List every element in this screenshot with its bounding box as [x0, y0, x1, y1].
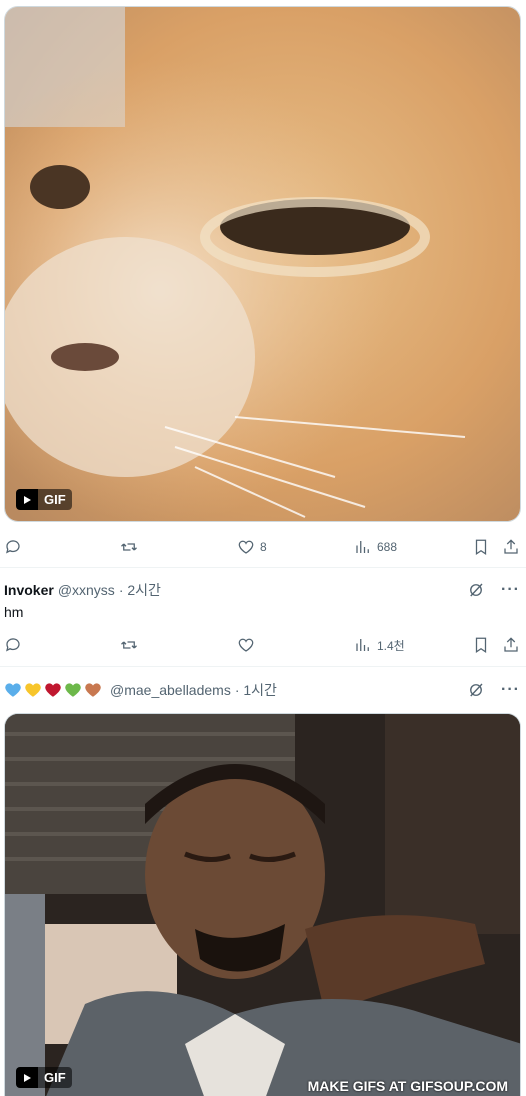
- views-button[interactable]: 1.4천: [354, 636, 405, 654]
- reply-icon: [6, 540, 20, 554]
- gifsoup-watermark: MAKE GIFS AT GIFSOUP.COM: [307, 1078, 508, 1094]
- tweet-text: hm: [4, 604, 24, 620]
- views-count: 1.4천: [377, 638, 405, 653]
- bookmark-button[interactable]: [472, 538, 490, 556]
- author-handle[interactable]: @xxnyss: [58, 582, 115, 598]
- bookmark-icon: [475, 539, 487, 555]
- tweet2-action-bar: 1.4천: [0, 632, 526, 660]
- heart-icon: [238, 638, 254, 652]
- retweet-icon: [121, 641, 137, 649]
- author-handle[interactable]: @mae_abelladems: [110, 682, 231, 698]
- heart-emoji-icon: [65, 683, 81, 697]
- views-button[interactable]: 688: [354, 538, 397, 556]
- tweet2-header: Invoker @xxnyss · 2시간: [4, 580, 161, 600]
- cat-gif-media[interactable]: GIF: [4, 6, 521, 522]
- gif-label: GIF: [38, 489, 72, 510]
- views-icon: [356, 541, 369, 553]
- retweet-button[interactable]: [120, 636, 138, 654]
- like-count: 8: [260, 540, 267, 554]
- cat-gif-image: [5, 7, 520, 521]
- grok-icon[interactable]: [467, 681, 485, 699]
- reply-icon: [6, 638, 20, 652]
- more-icon[interactable]: ···: [501, 682, 520, 698]
- retweet-icon: [121, 543, 137, 551]
- bookmark-icon: [475, 637, 487, 653]
- bookmark-button[interactable]: [472, 636, 490, 654]
- grok-icon[interactable]: [467, 581, 485, 599]
- tweet2-header-actions: ···: [467, 581, 520, 599]
- display-name-hearts[interactable]: [4, 681, 104, 699]
- man-gif-media[interactable]: GIF MAKE GIFS AT GIFSOUP.COM: [4, 713, 521, 1096]
- retweet-button[interactable]: [120, 538, 138, 556]
- more-icon[interactable]: ···: [501, 582, 520, 598]
- author-name[interactable]: Invoker: [4, 582, 54, 598]
- tweet-time[interactable]: · 2시간: [119, 580, 161, 600]
- gif-label: GIF: [38, 1067, 72, 1088]
- heart-icon: [238, 540, 254, 554]
- reply-button[interactable]: [4, 636, 22, 654]
- reply-button[interactable]: [4, 538, 22, 556]
- tweet-time[interactable]: · 1시간: [235, 680, 277, 700]
- views-icon: [356, 639, 369, 651]
- gif-badge: GIF: [16, 489, 72, 510]
- like-button[interactable]: [237, 636, 255, 654]
- heart-emoji-icon: [45, 683, 61, 697]
- divider: [0, 666, 526, 667]
- post1-action-bar: 8 688: [0, 534, 526, 562]
- tweet3-header-actions: ···: [467, 681, 520, 699]
- views-count: 688: [377, 540, 398, 554]
- play-icon: [16, 1067, 38, 1088]
- share-icon: [504, 539, 518, 554]
- share-button[interactable]: [502, 636, 520, 654]
- heart-emoji-icon: [25, 683, 41, 697]
- share-button[interactable]: [502, 538, 520, 556]
- play-icon: [16, 489, 38, 510]
- heart-emoji-icon: [5, 683, 21, 697]
- tweet3-header: @mae_abelladems · 1시간: [4, 680, 277, 700]
- share-icon: [504, 637, 518, 652]
- divider: [0, 567, 526, 568]
- like-button[interactable]: 8: [237, 538, 267, 556]
- man-gif-image: [5, 714, 520, 1096]
- heart-emoji-icon: [85, 683, 101, 697]
- gif-badge: GIF: [16, 1067, 72, 1088]
